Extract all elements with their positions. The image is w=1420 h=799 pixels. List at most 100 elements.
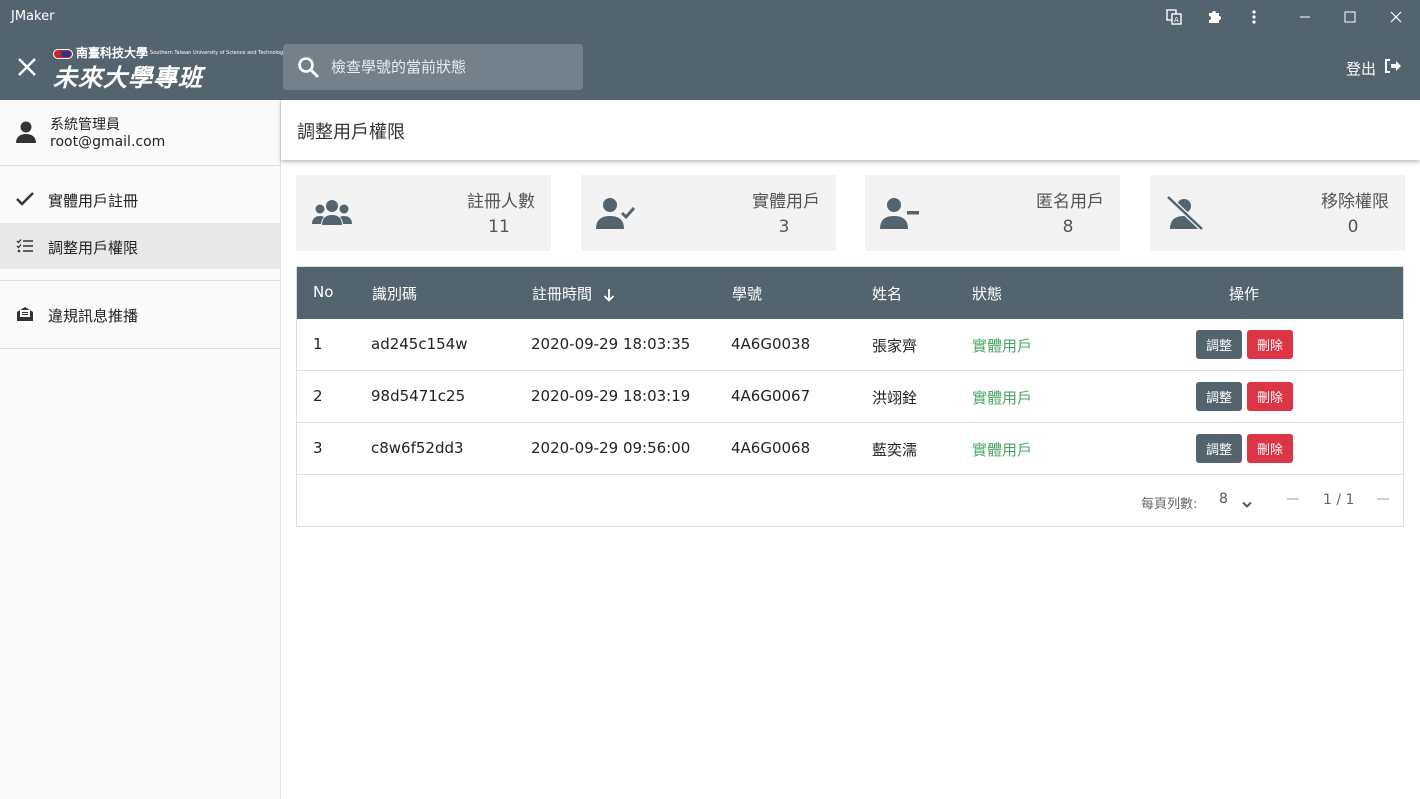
stat-card-removed-permissions: 移除權限 0	[1150, 175, 1405, 251]
table-row: 2 98d5471c25 2020-09-29 18:03:19 4A6G006…	[297, 371, 1403, 423]
program-name: 未來大學專班	[53, 63, 203, 92]
user-icon	[15, 120, 37, 144]
checklist-icon	[15, 236, 35, 256]
sign-out-icon	[1384, 58, 1402, 78]
cell-id: 98d5471c25	[371, 387, 466, 405]
cell-name: 張家齊	[872, 337, 918, 355]
table-row: 3 c8w6f52dd3 2020-09-29 09:56:00 4A6G006…	[297, 423, 1403, 475]
column-header-student-id[interactable]: 學號	[732, 283, 762, 304]
sidebar-item-adjust-permissions[interactable]: 調整用戶權限	[0, 223, 280, 269]
stat-label: 實體用戶	[752, 192, 820, 212]
cell-registered-time: 2020-09-29 18:03:35	[531, 335, 691, 353]
page-title: 調整用戶權限	[297, 122, 405, 143]
next-page-button[interactable]	[1375, 489, 1391, 509]
sidebar-item-label: 實體用戶註冊	[48, 192, 139, 210]
user-slash-icon	[1164, 193, 1208, 233]
cell-name: 藍奕濡	[872, 441, 918, 459]
rows-per-page-label: 每頁列數:	[1141, 497, 1198, 512]
column-header-label: 註冊時間	[532, 285, 593, 303]
cell-status: 實體用戶	[972, 441, 1033, 459]
translate-icon[interactable]: A	[1164, 7, 1184, 27]
app-title: JMaker	[11, 9, 55, 24]
stat-label: 匿名用戶	[1036, 192, 1104, 212]
previous-page-button[interactable]	[1285, 489, 1301, 509]
chevron-down-icon[interactable]	[1241, 495, 1253, 508]
cell-student-id: 4A6G0038	[731, 335, 811, 353]
check-icon	[15, 189, 35, 209]
sidebar-item-label: 違規訊息推播	[48, 307, 139, 325]
search-input[interactable]	[331, 44, 571, 90]
delete-button[interactable]: 刪除	[1247, 382, 1293, 411]
users-table: No 識別碼 註冊時間 學號 姓名 狀態 操作 1 ad245c154w 202…	[296, 266, 1404, 527]
stat-value: 3	[778, 217, 790, 237]
table-header: No 識別碼 註冊時間 學號 姓名 狀態 操作	[297, 267, 1403, 319]
cell-no: 3	[313, 439, 323, 457]
cell-registered-time: 2020-09-29 18:03:19	[531, 387, 691, 405]
page-info: 1 / 1	[1323, 492, 1355, 508]
cell-name: 洪翊銓	[872, 389, 918, 407]
search-icon	[297, 56, 319, 78]
table-row: 1 ad245c154w 2020-09-29 18:03:35 4A6G003…	[297, 319, 1403, 371]
user-email: root@gmail.com	[50, 134, 166, 150]
user-profile: 系統管理員 root@gmail.com	[0, 100, 280, 166]
user-check-icon	[595, 193, 639, 233]
adjust-button[interactable]: 調整	[1196, 434, 1242, 463]
sidebar-item-label: 調整用戶權限	[48, 239, 139, 257]
sidebar-divider	[0, 280, 280, 281]
column-header-no[interactable]: No	[313, 283, 333, 301]
sidebar: 系統管理員 root@gmail.com 實體用戶註冊 調整用戶權限 違規訊息推…	[0, 100, 281, 799]
minimize-button[interactable]	[1282, 0, 1328, 34]
cell-registered-time: 2020-09-29 09:56:00	[531, 439, 691, 457]
page-header: 調整用戶權限	[281, 100, 1420, 160]
cell-no: 1	[313, 335, 323, 353]
school-emblem-icon	[53, 48, 73, 59]
user-name: 系統管理員	[50, 117, 120, 133]
sidebar-divider	[0, 348, 280, 349]
mail-alert-icon	[15, 304, 35, 324]
search-box[interactable]	[283, 44, 583, 90]
title-bar: JMaker A	[0, 0, 1420, 34]
delete-button[interactable]: 刪除	[1247, 330, 1293, 359]
adjust-button[interactable]: 調整	[1196, 382, 1242, 411]
stat-card-anonymous-users: 匿名用戶 8	[865, 175, 1120, 251]
cell-no: 2	[313, 387, 323, 405]
stat-label: 註冊人數	[467, 192, 535, 212]
rows-per-page-select[interactable]: 8	[1219, 491, 1228, 507]
cell-student-id: 4A6G0068	[731, 439, 811, 457]
users-group-icon	[310, 193, 354, 233]
cell-id: c8w6f52dd3	[371, 439, 464, 457]
school-logo: 南臺科技大學 Southern Taiwan University of Scie…	[53, 44, 287, 92]
maximize-button[interactable]	[1327, 0, 1373, 34]
stat-label: 移除權限	[1321, 192, 1389, 212]
sidebar-item-register-physical-user[interactable]: 實體用戶註冊	[0, 176, 280, 222]
cell-status: 實體用戶	[972, 389, 1033, 407]
sort-descending-icon	[603, 288, 614, 302]
cell-id: ad245c154w	[371, 335, 468, 353]
svg-text:A: A	[1174, 16, 1179, 24]
extension-puzzle-icon[interactable]	[1204, 7, 1224, 27]
column-header-status[interactable]: 狀態	[972, 283, 1002, 304]
stat-card-registered: 註冊人數 11	[296, 175, 551, 251]
logout-label: 登出	[1346, 59, 1377, 78]
stat-card-physical-users: 實體用戶 3	[581, 175, 836, 251]
stat-value: 8	[1062, 217, 1074, 237]
pagination: 每頁列數: 8 1 / 1	[297, 475, 1403, 527]
cell-student-id: 4A6G0067	[731, 387, 811, 405]
school-name-en: Southern Taiwan University of Science an…	[150, 50, 287, 56]
cell-status: 實體用戶	[972, 337, 1033, 355]
stat-value: 0	[1347, 217, 1359, 237]
stat-value: 11	[488, 217, 510, 237]
column-header-registered-time[interactable]: 註冊時間	[532, 283, 615, 304]
close-window-button[interactable]	[1373, 0, 1419, 34]
sidebar-item-violation-notification[interactable]: 違規訊息推播	[0, 291, 280, 337]
delete-button[interactable]: 刪除	[1247, 434, 1293, 463]
more-vertical-icon[interactable]	[1244, 7, 1264, 27]
close-drawer-button[interactable]	[15, 55, 39, 79]
app-header: 南臺科技大學 Southern Taiwan University of Scie…	[0, 34, 1420, 100]
column-header-id[interactable]: 識別碼	[372, 283, 417, 304]
user-minus-icon	[879, 193, 923, 233]
column-header-name[interactable]: 姓名	[872, 283, 902, 304]
logout-button[interactable]: 登出	[1346, 56, 1402, 80]
column-header-actions: 操作	[1229, 285, 1260, 303]
adjust-button[interactable]: 調整	[1196, 330, 1242, 359]
